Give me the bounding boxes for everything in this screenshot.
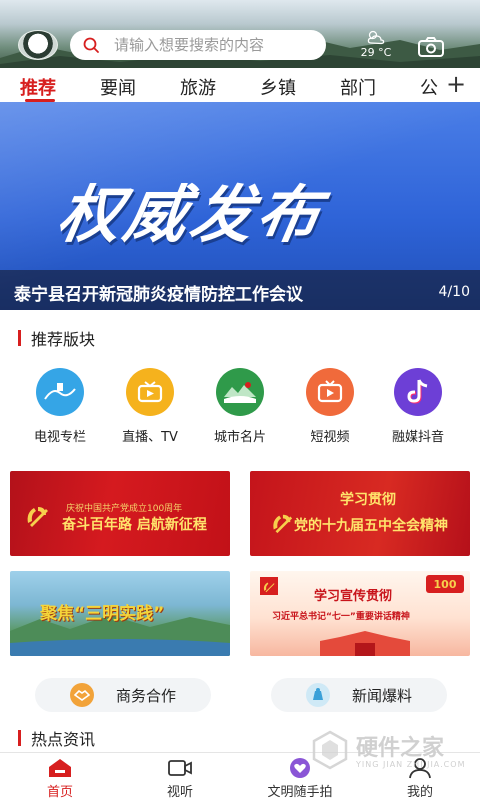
banner-art-text: 权威发布 [52, 178, 330, 251]
card-july-first-speech[interactable]: 100 学习宣传贯彻 习近平总书记“七一”重要讲话精神 [250, 571, 470, 656]
handshake-icon [69, 683, 94, 707]
card-subtitle: 学习贯彻 [340, 492, 396, 508]
card-title: 奋斗百年路 启航新征程 [62, 517, 207, 533]
recommend-item-douyin[interactable]: 融媒抖音 [378, 368, 458, 445]
hot-news-section-header: 热点资讯 [18, 728, 96, 749]
section-title: 推荐版块 [31, 330, 96, 349]
video-icon [168, 760, 192, 776]
card-title: 党的十九届五中全会精神 [294, 518, 448, 534]
camera-icon[interactable] [417, 36, 445, 58]
short-video-icon [306, 368, 354, 416]
svg-text:100: 100 [434, 578, 457, 591]
section-bar [18, 730, 21, 746]
recommend-item-label: 城市名片 [213, 430, 266, 445]
card-sanming-practice[interactable]: 聚焦“三明实践” [10, 571, 230, 656]
nav-label: 文明随手拍 [267, 785, 333, 800]
news-tip-icon [305, 683, 330, 707]
recommend-item-tv-column[interactable]: 电视专栏 [20, 368, 100, 445]
live-tv-icon [126, 368, 174, 416]
app-logo[interactable] [18, 30, 58, 60]
recommend-item-label: 电视专栏 [33, 430, 86, 445]
watermark-subtext: YING JIAN ZHI JIA.COM [356, 760, 466, 769]
cloudy-sun-icon [367, 30, 385, 45]
recommend-item-label: 直播、TV [122, 430, 178, 445]
banner-page-indicator: 4/10 [438, 284, 470, 300]
news-tip-button[interactable]: 新闻爆料 [271, 678, 447, 712]
app-header: 29 °C [0, 0, 480, 68]
party-emblem-icon [273, 514, 293, 534]
weather-widget[interactable]: 29 °C [356, 28, 396, 59]
nav-label: 首页 [46, 785, 73, 800]
pill-label: 商务合作 [115, 686, 176, 705]
gate-silhouette [320, 631, 410, 656]
recommend-item-label: 融媒抖音 [391, 430, 444, 445]
section-bar [18, 330, 21, 346]
business-cooperation-button[interactable]: 商务合作 [35, 678, 211, 712]
category-tabs: 推荐 要闻 旅游 乡镇 部门 公 + [0, 68, 480, 102]
banner-caption: 泰宁县召开新冠肺炎疫情防控工作会议 4/10 [0, 270, 480, 310]
watermark-logo-icon [312, 730, 348, 770]
add-tab-icon[interactable]: + [446, 70, 466, 98]
tab-public[interactable]: 公 [420, 74, 438, 100]
douyin-icon [394, 368, 442, 416]
search-icon [83, 37, 99, 53]
home-icon [49, 759, 71, 777]
weather-temperature: 29 °C [360, 46, 392, 59]
party-emblem-icon [260, 577, 278, 595]
tv-column-icon [36, 368, 84, 416]
search-bar[interactable] [70, 30, 326, 60]
nav-label: 视听 [166, 785, 193, 800]
nav-audiovisual[interactable]: 视听 [135, 757, 225, 800]
card-subtitle: 庆祝中国共产党成立100周年 [66, 504, 183, 514]
tab-departments[interactable]: 部门 [340, 74, 376, 100]
hand-heart-icon [290, 758, 310, 778]
card-party-centenary[interactable]: 庆祝中国共产党成立100周年 奋斗百年路 启航新征程 [10, 471, 230, 556]
recommend-item-short-video[interactable]: 短视频 [290, 368, 370, 445]
party-emblem-icon [27, 507, 48, 527]
recommend-item-label: 短视频 [310, 430, 350, 445]
section-title: 热点资讯 [31, 730, 96, 749]
nav-home[interactable]: 首页 [15, 757, 105, 800]
watermark-text: 硬件之家 [356, 736, 445, 761]
card-subtitle: 学习宣传贯彻 [314, 589, 393, 604]
tab-towns[interactable]: 乡镇 [260, 74, 296, 100]
recommend-section-header: 推荐版块 [18, 328, 96, 349]
tab-travel[interactable]: 旅游 [180, 74, 216, 100]
nav-label: 我的 [406, 785, 433, 800]
recommend-item-city-card[interactable]: 城市名片 [200, 368, 280, 445]
card-study-fifth-plenum[interactable]: 学习贯彻 党的十九届五中全会精神 [250, 471, 470, 556]
tab-headlines[interactable]: 要闻 [100, 74, 136, 100]
banner-carousel[interactable]: 权威发布 泰宁县召开新冠肺炎疫情防控工作会议 4/10 [0, 102, 480, 310]
tab-recommend[interactable]: 推荐 [20, 74, 56, 100]
recommend-item-live-tv[interactable]: 直播、TV [110, 368, 190, 445]
city-card-icon [216, 368, 264, 416]
banner-title[interactable]: 泰宁县召开新冠肺炎疫情防控工作会议 [14, 280, 303, 305]
site-watermark: 硬件之家 YING JIAN ZHI JIA.COM [312, 728, 472, 776]
pill-label: 新闻爆料 [351, 686, 412, 705]
centenary-badge-icon: 100 [426, 575, 464, 593]
card-title: 聚焦“三明实践” [40, 604, 165, 624]
search-input[interactable] [114, 36, 304, 54]
card-title: 习近平总书记“七一”重要讲话精神 [272, 612, 410, 622]
